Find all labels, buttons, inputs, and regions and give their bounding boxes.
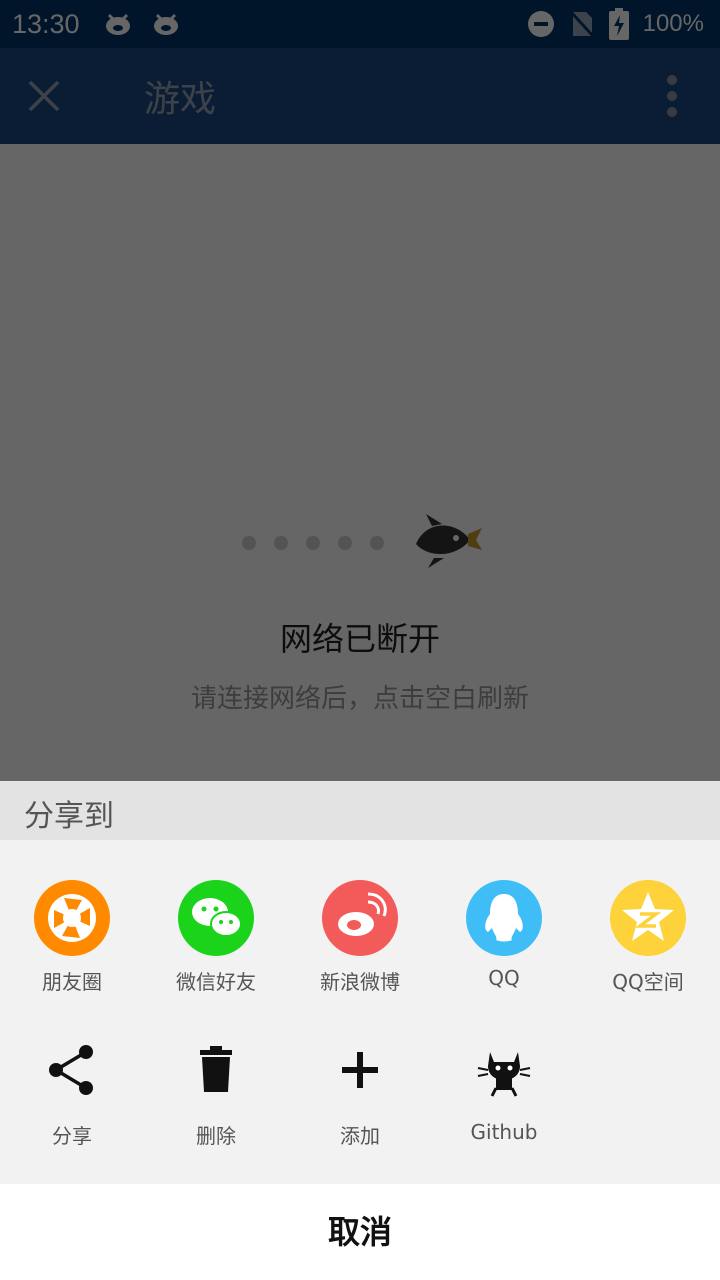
share-label: QQ空间 [612, 970, 684, 994]
status-bar: 13:30 100% [0, 0, 720, 48]
no-sim-icon [569, 10, 594, 38]
share-label: 微信好友 [176, 970, 256, 994]
trash-icon [200, 1046, 232, 1092]
moments-icon [34, 880, 110, 956]
app-bar: 游戏 [0, 48, 720, 144]
qzone-icon [610, 880, 686, 956]
action-github[interactable]: Github [432, 1040, 576, 1144]
error-subtitle: 请连接网络后，点击空白刷新 [190, 684, 529, 714]
action-label: 删除 [196, 1124, 236, 1148]
share-wechat[interactable]: 微信好友 [144, 880, 288, 995]
action-delete[interactable]: 删除 [144, 1040, 288, 1149]
notification-pig-icon [106, 13, 130, 35]
share-moments[interactable]: 朋友圈 [0, 880, 144, 995]
github-icon [477, 1052, 531, 1097]
action-label: 添加 [340, 1124, 380, 1148]
add-icon [342, 1052, 378, 1088]
share-label: 新浪微博 [320, 970, 400, 994]
dnd-icon [527, 11, 554, 37]
wechat-icon [178, 880, 254, 956]
share-qq[interactable]: QQ [432, 880, 576, 990]
notification-pig-icon [154, 13, 178, 35]
battery-charging-icon [608, 8, 629, 40]
action-label: Github [470, 1120, 538, 1144]
action-share[interactable]: 分享 [0, 1040, 144, 1149]
weibo-icon [322, 880, 398, 956]
battery-percent: 100% [642, 10, 704, 37]
status-time: 13:30 [12, 8, 80, 39]
share-label: QQ [488, 966, 520, 990]
cancel-button[interactable]: 取消 [0, 1184, 720, 1280]
share-weibo[interactable]: 新浪微博 [288, 880, 432, 995]
share-label: 朋友圈 [42, 970, 102, 994]
action-label: 分享 [52, 1124, 92, 1148]
rocket-bird-icon [416, 514, 482, 568]
sheet-header: 分享到 [0, 781, 720, 840]
share-qzone[interactable]: QQ空间 [576, 880, 720, 995]
share-icon [49, 1045, 93, 1095]
qq-icon [466, 880, 542, 956]
action-add[interactable]: 添加 [288, 1040, 432, 1149]
more-options-icon[interactable] [662, 72, 682, 120]
close-icon[interactable] [26, 78, 62, 114]
loading-dots [242, 536, 384, 550]
page-title: 游戏 [144, 79, 217, 120]
sheet-title: 分享到 [24, 799, 114, 834]
content-area[interactable]: 网络已断开 请连接网络后，点击空白刷新 [0, 144, 720, 781]
error-title: 网络已断开 [279, 620, 440, 658]
